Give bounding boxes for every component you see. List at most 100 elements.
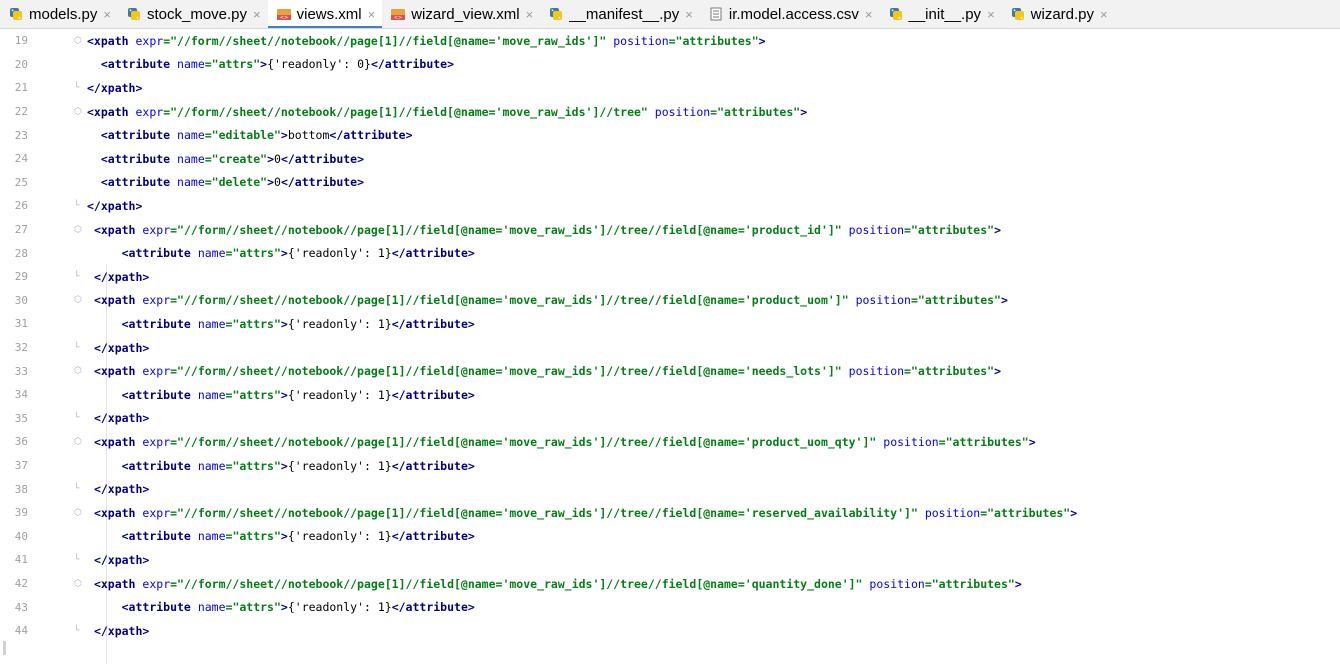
code-line[interactable]: 42 ⬡ <xpath expr="//form//sheet//notebook… xyxy=(0,572,1340,596)
code-line[interactable]: 35 └ </xpath> xyxy=(0,407,1340,431)
code-editor[interactable]: 19 ⬡ <xpath expr="//form//sheet//notebook/… xyxy=(0,29,1340,670)
line-number: 23 xyxy=(14,128,28,142)
tab-wizard-py[interactable]: wizard.py × xyxy=(1002,0,1115,28)
code-line[interactable]: 40 <attribute name="attrs">{'readonly': … xyxy=(0,525,1340,549)
svg-text:<>: <> xyxy=(279,15,287,21)
code-text[interactable]: </xpath> xyxy=(87,411,149,425)
code-line[interactable]: 26 └ </xpath> xyxy=(0,194,1340,218)
close-icon[interactable]: × xyxy=(685,7,693,22)
tab-init-py[interactable]: __init__.py × xyxy=(880,0,1002,28)
code-line[interactable]: 37 <attribute name="attrs">{'readonly': … xyxy=(0,454,1340,478)
code-text[interactable]: <attribute name="editable">bottom</attri… xyxy=(87,128,413,142)
code-line[interactable]: 24 <attribute name="create">0</attribute… xyxy=(0,147,1340,171)
code-line[interactable]: 23 <attribute name="editable">bottom</at… xyxy=(0,123,1340,147)
line-number: 21 xyxy=(14,81,28,95)
code-line[interactable]: 19 ⬡ <xpath expr="//form//sheet//notebook/… xyxy=(0,29,1340,53)
fold-end-icon[interactable]: └ xyxy=(74,343,82,353)
tab-models-py[interactable]: models.py × xyxy=(0,0,118,28)
code-text[interactable]: <xpath expr="//form//sheet//notebook//pa… xyxy=(87,34,766,48)
code-line[interactable]: 44 └ </xpath> xyxy=(0,619,1340,643)
code-line[interactable]: 32 └ </xpath> xyxy=(0,336,1340,360)
code-text[interactable]: </xpath> xyxy=(87,341,149,355)
code-line[interactable]: 31 <attribute name="attrs">{'readonly': … xyxy=(0,312,1340,336)
fold-icon[interactable]: ⬡ xyxy=(74,579,82,589)
line-number: 29 xyxy=(14,270,28,284)
fold-end-icon[interactable]: └ xyxy=(74,201,82,211)
code-text[interactable]: <xpath expr="//form//sheet//notebook//pa… xyxy=(87,577,1022,591)
fold-end-icon[interactable]: └ xyxy=(74,555,82,565)
line-number: 38 xyxy=(14,482,28,496)
line-number: 39 xyxy=(14,506,28,520)
fold-end-icon[interactable]: └ xyxy=(74,626,82,636)
tab-wizard-view-xml[interactable]: <> wizard_view.xml × xyxy=(382,0,540,28)
code-line[interactable]: 22 ⬡ <xpath expr="//form//sheet//notebook/… xyxy=(0,100,1340,124)
close-icon[interactable]: × xyxy=(368,7,376,22)
python-file-icon xyxy=(888,6,904,22)
close-icon[interactable]: × xyxy=(103,7,111,22)
code-line[interactable]: 33 ⬡ <xpath expr="//form//sheet//notebook… xyxy=(0,359,1340,383)
code-text[interactable]: <attribute name="attrs">{'readonly': 1}<… xyxy=(87,317,475,331)
line-number: 33 xyxy=(14,364,28,378)
code-text[interactable]: </xpath> xyxy=(87,81,142,95)
tab-views-xml[interactable]: <> views.xml × xyxy=(267,0,383,28)
close-icon[interactable]: × xyxy=(526,7,534,22)
fold-end-icon[interactable]: └ xyxy=(74,413,82,423)
fold-icon[interactable]: ⬡ xyxy=(74,225,82,235)
code-line[interactable]: 27 ⬡ <xpath expr="//form//sheet//notebook… xyxy=(0,218,1340,242)
tab-ir-model-access-csv[interactable]: ir.model.access.csv × xyxy=(700,0,880,28)
editor-tab-bar: models.py × stock_move.py × <> views.xml × <> wi… xyxy=(0,0,1340,29)
code-text[interactable]: </xpath> xyxy=(87,270,149,284)
code-line[interactable]: 43 <attribute name="attrs">{'readonly': … xyxy=(0,595,1340,619)
fold-end-icon[interactable]: └ xyxy=(74,272,82,282)
code-line[interactable]: 34 <attribute name="attrs">{'readonly': … xyxy=(0,383,1340,407)
code-text[interactable]: <attribute name="attrs">{'readonly': 1}<… xyxy=(87,388,475,402)
line-number: 22 xyxy=(14,105,28,119)
code-line[interactable]: 21 └ </xpath> xyxy=(0,76,1340,100)
code-line[interactable]: 41 └ </xpath> xyxy=(0,548,1340,572)
code-text[interactable]: <attribute name="delete">0</attribute> xyxy=(87,175,364,189)
code-text[interactable]: <xpath expr="//form//sheet//notebook//pa… xyxy=(87,105,807,119)
close-icon[interactable]: × xyxy=(1100,7,1108,22)
code-text[interactable]: <xpath expr="//form//sheet//notebook//pa… xyxy=(87,364,1001,378)
line-number: 44 xyxy=(14,624,28,638)
fold-icon[interactable]: ⬡ xyxy=(74,437,82,447)
close-icon[interactable]: × xyxy=(987,7,995,22)
fold-icon[interactable]: ⬡ xyxy=(74,107,82,117)
tab-stock-move-py[interactable]: stock_move.py × xyxy=(118,0,268,28)
code-line[interactable]: 30 ⬡ <xpath expr="//form//sheet//notebook… xyxy=(0,289,1340,313)
code-line[interactable]: 38 └ </xpath> xyxy=(0,477,1340,501)
code-line[interactable]: 28 <attribute name="attrs">{'readonly': … xyxy=(0,241,1340,265)
code-text[interactable]: <attribute name="attrs">{'readonly': 1}<… xyxy=(87,246,475,260)
code-text[interactable]: <xpath expr="//form//sheet//notebook//pa… xyxy=(87,435,1036,449)
line-number: 24 xyxy=(14,152,28,166)
line-number: 34 xyxy=(14,388,28,402)
fold-icon[interactable]: ⬡ xyxy=(74,508,82,518)
code-line[interactable]: 29 └ </xpath> xyxy=(0,265,1340,289)
fold-icon[interactable]: ⬡ xyxy=(74,295,82,305)
line-number: 27 xyxy=(14,223,28,237)
tab-manifest-py[interactable]: __manifest__.py × xyxy=(540,0,700,28)
code-text[interactable]: </xpath> xyxy=(87,482,149,496)
code-line[interactable]: 25 <attribute name="delete">0</attribute… xyxy=(0,171,1340,195)
code-text[interactable]: </xpath> xyxy=(87,553,149,567)
close-icon[interactable]: × xyxy=(253,7,261,22)
fold-icon[interactable]: ⬡ xyxy=(74,36,82,46)
fold-end-icon[interactable]: └ xyxy=(74,484,82,494)
code-text[interactable]: <attribute name="attrs">{'readonly': 0}<… xyxy=(87,57,454,71)
code-text[interactable]: <attribute name="attrs">{'readonly': 1}<… xyxy=(87,459,475,473)
tab-label: __manifest__.py xyxy=(569,5,680,23)
code-text[interactable]: <attribute name="attrs">{'readonly': 1}<… xyxy=(87,600,475,614)
code-text[interactable]: <xpath expr="//form//sheet//notebook//pa… xyxy=(87,293,1008,307)
code-text[interactable]: </xpath> xyxy=(87,199,142,213)
code-line[interactable]: 39 ⬡ <xpath expr="//form//sheet//notebook… xyxy=(0,501,1340,525)
fold-end-icon[interactable]: └ xyxy=(74,83,82,93)
code-text[interactable]: <attribute name="create">0</attribute> xyxy=(87,152,364,166)
code-line[interactable]: 36 ⬡ <xpath expr="//form//sheet//notebook… xyxy=(0,430,1340,454)
close-icon[interactable]: × xyxy=(865,7,873,22)
fold-icon[interactable]: ⬡ xyxy=(74,366,82,376)
code-text[interactable]: <xpath expr="//form//sheet//notebook//pa… xyxy=(87,223,1001,237)
code-text[interactable]: <xpath expr="//form//sheet//notebook//pa… xyxy=(87,506,1077,520)
code-line[interactable]: 20 <attribute name="attrs">{'readonly': … xyxy=(0,53,1340,77)
code-text[interactable]: <attribute name="attrs">{'readonly': 1}<… xyxy=(87,529,475,543)
code-text[interactable]: </xpath> xyxy=(87,624,149,638)
